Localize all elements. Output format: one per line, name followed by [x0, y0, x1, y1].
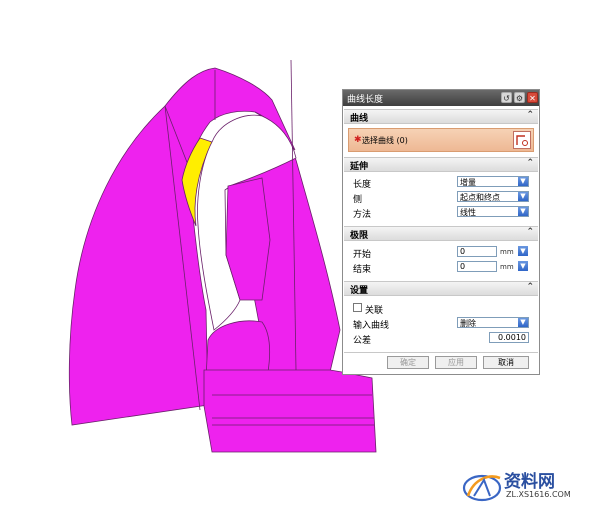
- side-dropdown[interactable]: 起点和终点 ▼: [457, 191, 529, 202]
- associative-label: 关联: [365, 306, 384, 316]
- start-unit: mm: [500, 248, 514, 256]
- base-block[interactable]: [203, 369, 377, 453]
- chevron-down-icon[interactable]: ▼: [518, 318, 528, 327]
- start-value: 0: [460, 247, 466, 256]
- section-limits-header[interactable]: 极限 ⌃: [344, 226, 538, 241]
- method-value: 线性: [460, 208, 476, 217]
- section-extend-label: 延伸: [350, 162, 369, 172]
- input-curve-label: 输入曲线: [353, 321, 390, 331]
- tolerance-input[interactable]: 0.0010: [489, 332, 529, 343]
- ok-button[interactable]: 确定: [387, 356, 429, 369]
- end-unit: mm: [500, 263, 514, 271]
- apply-button[interactable]: 应用: [435, 356, 477, 369]
- select-curve-row[interactable]: ✱ 选择曲线 (0): [348, 128, 534, 152]
- section-settings-header[interactable]: 设置 ⌃: [344, 281, 538, 296]
- chevron-up-icon[interactable]: ⌃: [526, 110, 534, 120]
- chevron-down-icon[interactable]: ▼: [518, 177, 528, 186]
- site-watermark: 资料网 ZL.XS1616.COM: [460, 466, 585, 506]
- dialog-title: 曲线长度: [347, 95, 384, 105]
- section-settings-label: 设置: [350, 286, 369, 296]
- length-value: 增量: [460, 178, 476, 187]
- logo-icon: [462, 474, 502, 502]
- close-icon[interactable]: ✕: [527, 92, 538, 103]
- reset-icon[interactable]: ↺: [501, 92, 512, 103]
- cancel-button[interactable]: 取消: [483, 356, 529, 369]
- gear-icon[interactable]: ⚙: [514, 92, 525, 103]
- side-label: 侧: [353, 195, 363, 205]
- tolerance-value: 0.0010: [498, 333, 526, 342]
- associative-checkbox[interactable]: [353, 303, 362, 312]
- chevron-down-icon[interactable]: ▼: [518, 207, 528, 216]
- input-curve-value: 删除: [460, 319, 476, 328]
- end-value: 0: [460, 262, 466, 271]
- curve-length-dialog[interactable]: 曲线长度 ↺ ⚙ ✕ 曲线 ⌃ ✱ 选择曲线 (0) 延伸 ⌃ 长度 增量 ▼ …: [342, 89, 540, 375]
- end-input[interactable]: 0: [457, 261, 497, 272]
- curve-select-icon[interactable]: [513, 131, 531, 149]
- dialog-titlebar[interactable]: 曲线长度 ↺ ⚙ ✕: [343, 90, 539, 106]
- method-label: 方法: [353, 210, 372, 220]
- end-label: 结束: [353, 265, 372, 275]
- section-curve-header[interactable]: 曲线 ⌃: [344, 109, 538, 124]
- select-curve-label: 选择曲线 (0): [362, 136, 408, 145]
- length-label: 长度: [353, 180, 372, 190]
- method-dropdown[interactable]: 线性 ▼: [457, 206, 529, 217]
- section-curve-label: 曲线: [350, 114, 369, 124]
- end-spin-icon[interactable]: ▼: [518, 261, 528, 271]
- input-curve-dropdown[interactable]: 删除 ▼: [457, 317, 529, 328]
- required-star-icon: ✱: [354, 135, 362, 145]
- lower-dome[interactable]: [205, 320, 270, 379]
- section-limits-label: 极限: [350, 231, 369, 241]
- chevron-up-icon[interactable]: ⌃: [526, 282, 534, 292]
- chevron-down-icon[interactable]: ▼: [518, 192, 528, 201]
- start-spin-icon[interactable]: ▼: [518, 246, 528, 256]
- chevron-up-icon[interactable]: ⌃: [526, 227, 534, 237]
- site-url: ZL.XS1616.COM: [506, 490, 571, 499]
- section-extend-header[interactable]: 延伸 ⌃: [344, 157, 538, 172]
- start-input[interactable]: 0: [457, 246, 497, 257]
- tolerance-label: 公差: [353, 336, 372, 346]
- chevron-up-icon[interactable]: ⌃: [526, 158, 534, 168]
- side-value: 起点和终点: [460, 193, 500, 202]
- divider: [344, 352, 538, 353]
- length-dropdown[interactable]: 增量 ▼: [457, 176, 529, 187]
- pink-solid-model[interactable]: [68, 59, 377, 453]
- start-label: 开始: [353, 250, 372, 260]
- site-name: 资料网: [504, 472, 555, 492]
